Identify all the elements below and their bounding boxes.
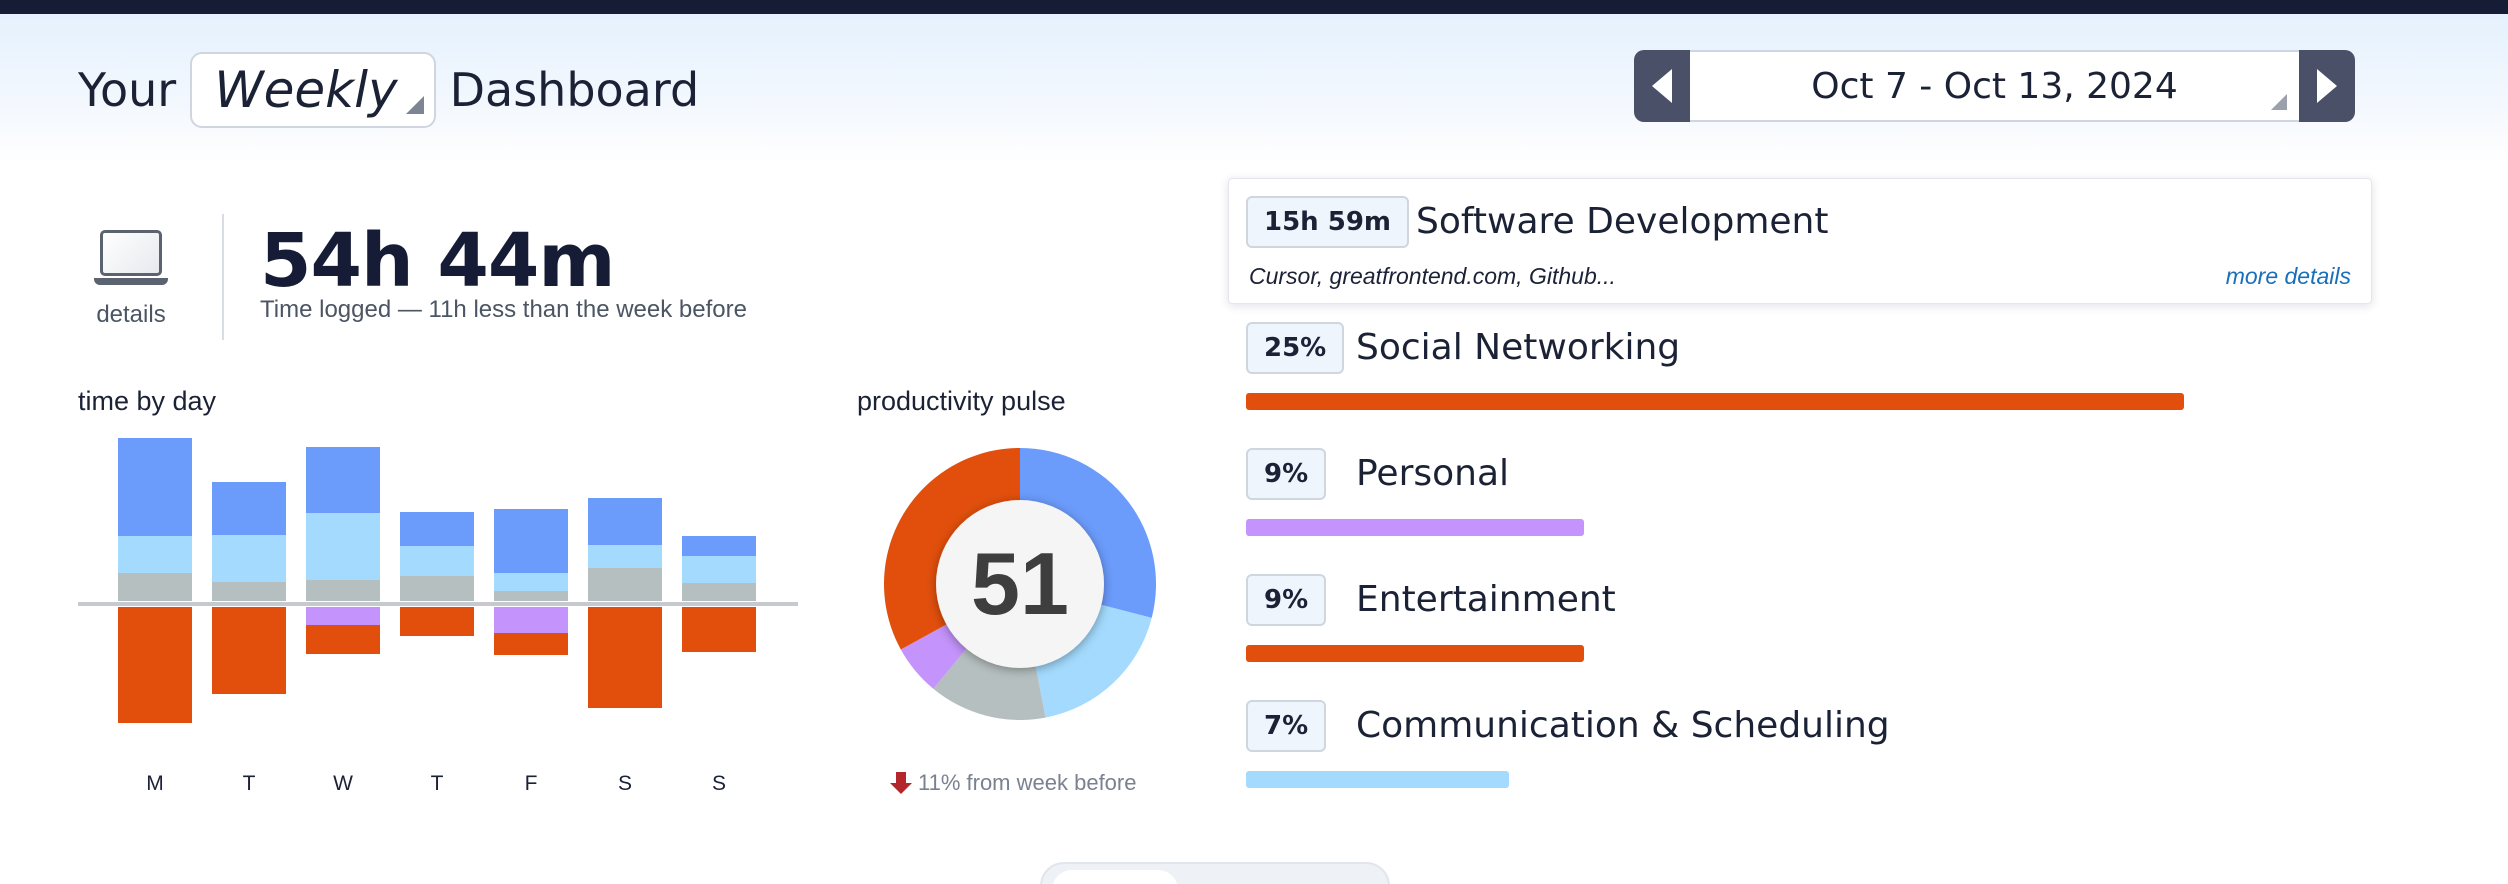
dashboard-title: Your Weekly Dashboard [78,52,699,128]
more-details-link[interactable]: more details [2226,263,2351,290]
view-toggle[interactable] [1040,862,1390,884]
laptop-icon [88,230,174,285]
bar-segment[interactable] [494,591,568,601]
title-suffix: Dashboard [449,63,700,117]
category-name[interactable]: Entertainment [1356,574,1616,626]
view-toggle-knob [1052,870,1178,884]
bar-segment[interactable] [400,512,474,546]
category-bar [1246,771,1509,788]
bar-segment[interactable] [400,546,474,576]
bar-segment[interactable] [212,535,286,582]
day-label: S [618,772,632,795]
period-value: Weekly [214,61,398,119]
bar-segment[interactable] [682,556,756,583]
bar-segment[interactable] [306,447,380,513]
total-time: 54h 44m [260,218,616,304]
date-range-select[interactable]: Oct 7 - Oct 13, 2024 [1690,50,2299,122]
bar-segment[interactable] [588,545,662,568]
category-bar [1246,519,1584,536]
category-badge: 9% [1246,574,1327,626]
day-label: M [146,772,164,795]
pulse-score: 51 [971,534,1069,633]
bar-segment[interactable] [212,607,286,694]
bar-segment[interactable] [118,536,192,573]
details-button[interactable]: details [88,230,174,329]
productivity-pulse-chart: 51 [884,448,1156,720]
category-badge: 15h 59m [1246,196,1410,248]
bar-segment[interactable] [118,573,192,601]
date-range-value: Oct 7 - Oct 13, 2024 [1811,65,2178,107]
bar-segment[interactable] [494,509,568,573]
bar-segment[interactable] [588,498,662,545]
category-name[interactable]: Social Networking [1356,322,1680,374]
bar-segment[interactable] [212,482,286,535]
bar-segment[interactable] [588,607,662,708]
period-select[interactable]: Weekly [190,52,436,128]
bar-segment[interactable] [494,573,568,591]
day-label: T [431,772,444,795]
bar-segment[interactable] [118,438,192,536]
time-by-day-chart: MTWTFSS [78,438,798,795]
category-name[interactable]: Communication & Scheduling [1356,700,1890,752]
category-card-top: 15h 59m Software Development Cursor, gre… [1228,178,2372,304]
total-time-subtitle: Time logged — 11h less than the week bef… [260,296,747,323]
bar-segment[interactable] [306,607,380,625]
productivity-pulse-title: productivity pulse [857,386,1066,416]
bar-segment[interactable] [494,633,568,655]
category-bar [1246,645,1584,662]
previous-week-button[interactable] [1634,50,1690,122]
details-label: details [96,301,166,328]
arrow-down-icon [890,772,912,794]
bar-segment[interactable] [682,607,756,652]
bar-segment[interactable] [212,582,286,601]
day-label: F [525,772,538,795]
bar-segment[interactable] [682,583,756,601]
dropdown-corner-icon [2271,94,2287,110]
bar-segment[interactable] [306,513,380,580]
day-label: T [243,772,256,795]
arrow-right-icon [2317,69,2337,103]
pulse-change-text: 11% from week before [918,770,1137,795]
bar-segment[interactable] [400,607,474,636]
category-badge: 7% [1246,700,1327,752]
bar-segment[interactable] [306,580,380,601]
day-label: S [712,772,726,795]
category-badge: 25% [1246,322,1345,374]
time-by-day-title: time by day [78,386,217,416]
bar-segment[interactable] [494,607,568,633]
title-prefix: Your [78,63,177,117]
category-apps: Cursor, greatfrontend.com, Github... [1249,263,1616,289]
pulse-change: 11% from week before [890,770,1136,796]
category-badge: 9% [1246,448,1327,500]
dropdown-corner-icon [405,96,424,114]
day-label: W [333,772,353,795]
bar-segment[interactable] [118,607,192,723]
divider [222,214,224,340]
next-week-button[interactable] [2299,50,2355,122]
bar-segment[interactable] [588,568,662,601]
bar-segment[interactable] [682,536,756,556]
top-bar [0,0,2508,14]
date-range-picker: Oct 7 - Oct 13, 2024 [1634,50,2355,122]
bar-segment[interactable] [306,625,380,654]
category-name: Software Development [1416,201,1829,242]
bar-segment[interactable] [400,576,474,601]
arrow-left-icon [1652,69,1672,103]
category-name[interactable]: Personal [1356,448,1509,500]
category-bar [1246,393,2184,410]
